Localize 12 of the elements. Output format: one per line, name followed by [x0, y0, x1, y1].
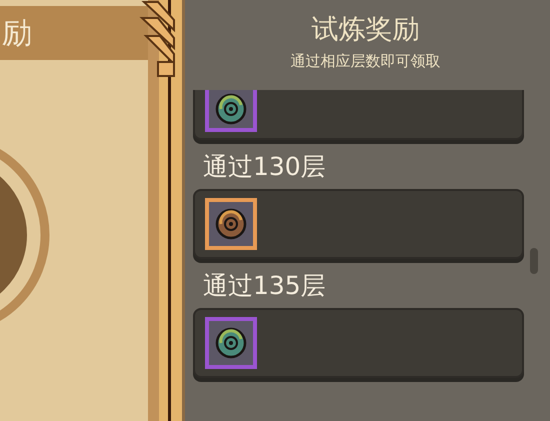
scrollbar-thumb[interactable]: [530, 248, 538, 274]
disc-icon: [215, 93, 247, 126]
disc-icon: [215, 327, 247, 360]
reward-item[interactable]: [205, 317, 257, 370]
reward-label: 通过130层: [203, 154, 327, 180]
panel-subtitle: 通过相应层数即可领取: [290, 52, 442, 70]
reward-label: 通过135层: [203, 273, 327, 298]
reward-item[interactable]: [205, 90, 257, 132]
panel-title: 试炼奖励: [310, 14, 420, 46]
disc-icon: [215, 208, 247, 240]
reward-item[interactable]: [205, 198, 257, 250]
panel-title: 励: [2, 14, 32, 52]
